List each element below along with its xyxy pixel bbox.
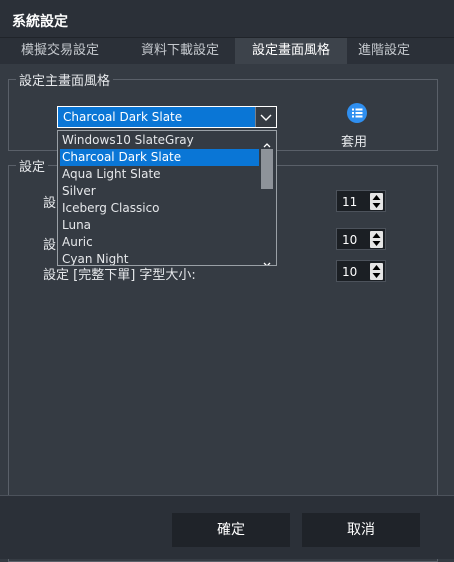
tab-screen-style[interactable]: 設定畫面風格 — [235, 38, 347, 64]
font-row-2-label: 設 — [43, 238, 57, 253]
theme-option-selected[interactable]: Charcoal Dark Slate — [60, 149, 262, 166]
theme-select-value: Charcoal Dark Slate — [63, 110, 183, 124]
theme-option[interactable]: Auric — [60, 234, 262, 251]
tab-advanced[interactable]: 進階設定 — [348, 38, 420, 64]
list-circle-icon — [347, 103, 367, 123]
theme-dropdown-list[interactable]: Windows10 SlateGray Charcoal Dark Slate … — [57, 130, 277, 266]
theme-group-label: 設定主畫面風格 — [16, 70, 114, 89]
theme-option[interactable]: Cyan Night — [60, 251, 262, 265]
cancel-button[interactable]: 取消 — [302, 513, 420, 547]
dropdown-scrollbar[interactable] — [259, 132, 275, 265]
theme-option[interactable]: Iceberg Classico — [60, 200, 262, 217]
up-down-arrow-icon[interactable] — [370, 263, 383, 280]
tab-simulated-trading[interactable]: 模擬交易設定 — [4, 38, 116, 64]
font-size-value-2: 10 — [342, 233, 358, 247]
dialog-footer: 確定 取消 — [0, 495, 454, 559]
theme-option[interactable]: Silver — [60, 183, 262, 200]
font-size-value-1: 11 — [342, 195, 358, 209]
up-down-arrow-icon[interactable] — [370, 193, 383, 210]
font-size-spinner-3[interactable]: 10 — [336, 260, 386, 282]
chevron-down-icon[interactable] — [262, 254, 272, 265]
title-bar: 系統設定 — [0, 0, 454, 38]
apply-button[interactable]: 套用 — [333, 100, 383, 150]
chevron-down-icon[interactable] — [255, 107, 276, 127]
theme-option[interactable]: Aqua Light Slate — [60, 166, 262, 183]
font-group-label: 設定 — [16, 156, 49, 175]
theme-option[interactable]: Luna — [60, 217, 262, 234]
ok-button[interactable]: 確定 — [172, 513, 290, 547]
up-down-arrow-icon[interactable] — [370, 231, 383, 248]
tab-bar: 模擬交易設定 資料下載設定 設定畫面風格 進階設定 — [0, 38, 454, 64]
theme-select[interactable]: Charcoal Dark Slate — [57, 106, 277, 128]
font-size-spinner-2[interactable]: 10 — [336, 228, 386, 250]
font-size-value-3: 10 — [342, 265, 358, 279]
font-row-3-label: 設定 [完整下單] 字型大小: — [43, 268, 196, 283]
theme-option[interactable]: Windows10 SlateGray — [60, 132, 262, 149]
apply-label: 套用 — [341, 135, 368, 150]
font-size-spinner-1[interactable]: 11 — [336, 190, 386, 212]
scrollbar-thumb[interactable] — [261, 149, 273, 189]
font-row-1-label: 設 — [43, 196, 57, 211]
window-title: 系統設定 — [12, 14, 68, 30]
tab-data-download[interactable]: 資料下載設定 — [128, 38, 232, 64]
